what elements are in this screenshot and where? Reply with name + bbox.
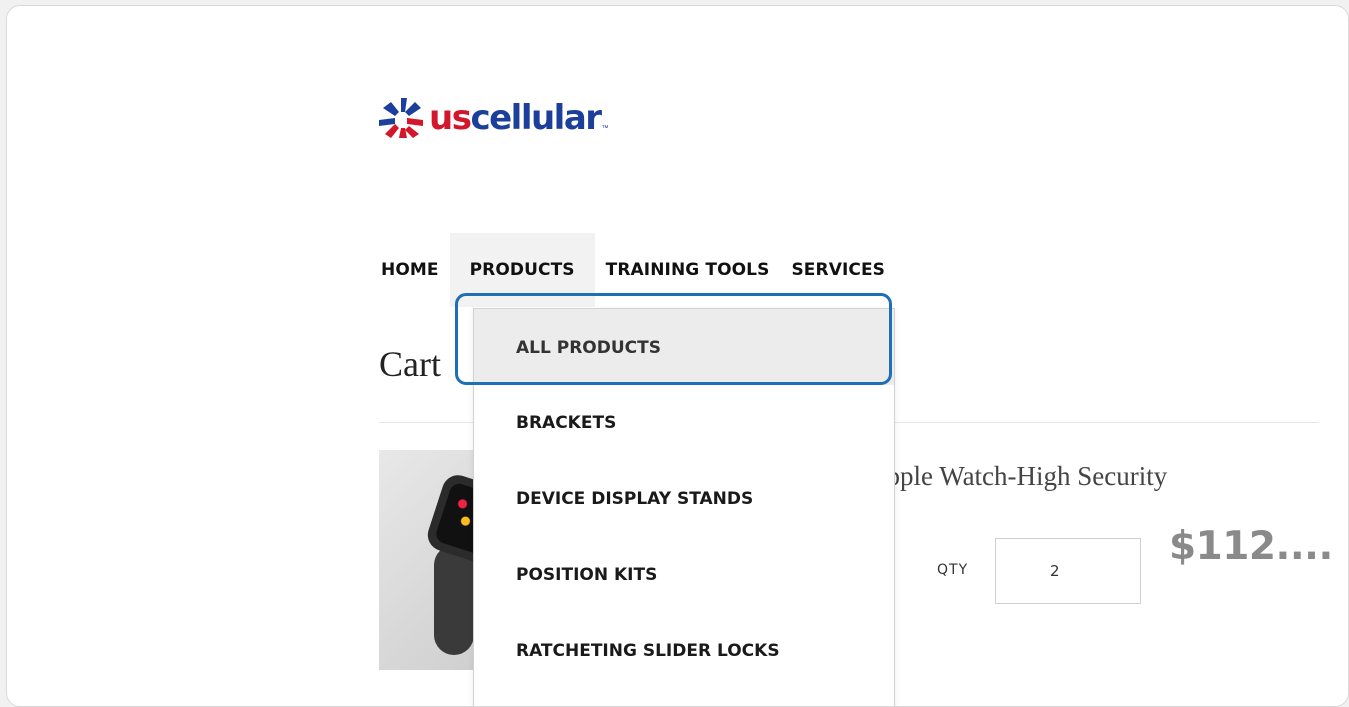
dropdown-item-position-kits[interactable]: POSITION KITS (474, 537, 894, 613)
nav-item-products[interactable]: PRODUCTS (449, 233, 595, 307)
browser-frame: uscellular ™ HOME PRODUCTS TRAINING TOOL… (6, 5, 1349, 707)
product-thumbnail[interactable] (379, 450, 479, 670)
page-title: Cart (379, 344, 441, 384)
dropdown-item-device-display-stands[interactable]: DEVICE DISPLAY STANDS (474, 461, 894, 537)
nav-item-services[interactable]: SERVICES (780, 233, 896, 307)
cart-item-price: $112.... (1169, 524, 1333, 569)
dropdown-item-all-products[interactable]: ALL PRODUCTS (474, 309, 894, 385)
watch-body-graphic (423, 471, 479, 567)
products-dropdown-menu: ALL PRODUCTS BRACKETS DEVICE DISPLAY STA… (473, 308, 895, 706)
dropdown-item-brackets[interactable]: BRACKETS (474, 385, 894, 461)
main-nav: HOME PRODUCTS TRAINING TOOLS SERVICES (370, 233, 896, 307)
nav-item-training-tools[interactable]: TRAINING TOOLS (595, 233, 781, 307)
nav-item-home[interactable]: HOME (370, 233, 450, 307)
qty-label: QTY (937, 562, 969, 578)
logo-trademark: ™ (601, 125, 609, 132)
dropdown-item-ratcheting-slider-locks[interactable]: RATCHETING SLIDER LOCKS (474, 613, 894, 689)
logo-wordmark: uscellular (429, 98, 602, 138)
logo-us-text: us (429, 98, 472, 138)
logo-cellular-text: cellular (470, 98, 602, 138)
cart-item-name[interactable]: Apple Watch-High Security (867, 461, 1167, 492)
watch-band-graphic (434, 545, 474, 655)
qty-input[interactable] (995, 538, 1141, 604)
uscellular-logo[interactable]: uscellular ™ (379, 98, 609, 138)
star-burst-logo-icon (379, 98, 423, 138)
